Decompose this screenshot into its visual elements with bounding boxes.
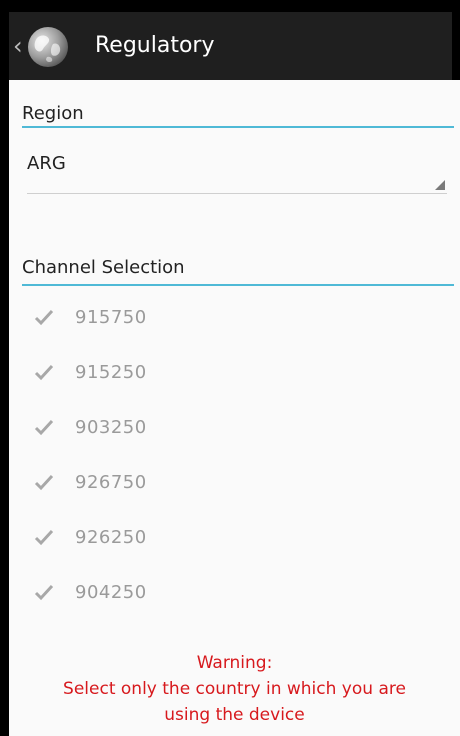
- checkmark-icon[interactable]: [33, 582, 55, 604]
- channel-header-divider: [22, 284, 454, 286]
- channel-label: 926250: [75, 527, 147, 548]
- warning-message: Warning: Select only the country in whic…: [9, 650, 460, 728]
- region-selected-value: ARG: [27, 153, 66, 174]
- action-bar: ‹ Regulatory: [9, 12, 452, 80]
- globe-icon[interactable]: [25, 24, 71, 70]
- channel-label: 915250: [75, 362, 147, 383]
- warning-text-line1: Select only the country in which you are: [63, 679, 406, 699]
- channel-checkbox-row[interactable]: 904250: [33, 573, 147, 613]
- checkmark-icon[interactable]: [33, 527, 55, 549]
- back-chevron-icon[interactable]: ‹: [13, 32, 23, 60]
- checkmark-icon[interactable]: [33, 362, 55, 384]
- channel-selection-header: Channel Selection: [22, 257, 185, 278]
- channel-checkbox-row[interactable]: 903250: [33, 408, 147, 448]
- checkmark-icon[interactable]: [33, 472, 55, 494]
- channel-checkbox-row[interactable]: 915250: [33, 353, 147, 393]
- page-title: Regulatory: [95, 33, 215, 58]
- channel-checkbox-row[interactable]: 915750: [33, 298, 147, 338]
- channel-label: 926750: [75, 472, 147, 493]
- checkmark-icon[interactable]: [33, 307, 55, 329]
- region-header-divider: [22, 126, 454, 128]
- channel-label: 904250: [75, 582, 147, 603]
- region-header: Region: [22, 103, 84, 124]
- channel-label: 915750: [75, 307, 147, 328]
- screen: ‹ Regulatory Region ARG Channel Selectio…: [0, 0, 460, 736]
- spinner-underline: [27, 193, 447, 194]
- channel-checkbox-row[interactable]: 926750: [33, 463, 147, 503]
- channel-label: 903250: [75, 417, 147, 438]
- warning-title: Warning:: [196, 653, 273, 673]
- checkmark-icon[interactable]: [33, 417, 55, 439]
- region-spinner[interactable]: ARG: [27, 146, 447, 194]
- warning-text-line2: using the device: [164, 705, 305, 725]
- content-area: Region ARG Channel Selection 915750 9152…: [9, 80, 460, 736]
- dropdown-arrow-icon: [435, 180, 445, 190]
- channel-checkbox-row[interactable]: 926250: [33, 518, 147, 558]
